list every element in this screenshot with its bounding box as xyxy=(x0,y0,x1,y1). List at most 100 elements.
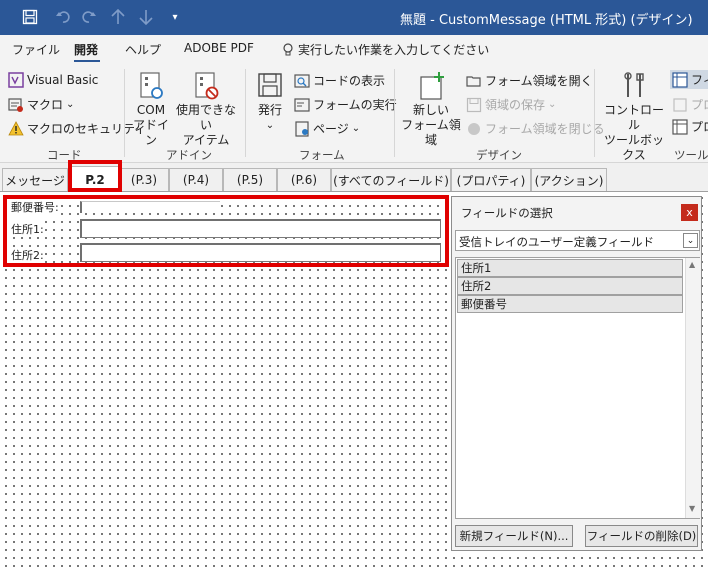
new-form-region-icon xyxy=(417,71,445,101)
field-chooser-icon xyxy=(672,71,688,88)
tab-message[interactable]: メッセージ xyxy=(2,168,68,191)
macro-icon xyxy=(8,97,24,113)
publish-icon xyxy=(256,71,284,101)
new-form-region-label-2: フォーム領域 xyxy=(401,118,461,147)
field-chooser-label: フィー xyxy=(691,73,708,87)
com-addins-label-1: COM xyxy=(136,103,166,117)
control-toolbox-button[interactable]: コントロール ツールボックス xyxy=(600,71,668,163)
open-form-region-button[interactable]: フォーム領域を開く xyxy=(466,72,593,89)
disabled-items-label-1: 使用できない xyxy=(175,103,236,132)
tab-p5[interactable]: (P.5) xyxy=(223,168,277,191)
tab-p6[interactable]: (P.6) xyxy=(277,168,331,191)
macro-caret-icon: ⌄ xyxy=(66,99,75,110)
tab-actions[interactable]: (アクション) xyxy=(531,168,607,191)
field-set-selected: 受信トレイのユーザー定義フィールド xyxy=(459,235,655,249)
tab-all-fields[interactable]: (すべてのフィールド) xyxy=(331,168,451,191)
page-icon xyxy=(294,120,310,137)
ribbon-separator xyxy=(124,69,125,157)
disabled-items-icon xyxy=(192,71,220,101)
tab-highlight-box xyxy=(68,160,122,192)
menu-file[interactable]: ファイル xyxy=(12,41,60,58)
active-menu-indicator xyxy=(74,60,100,62)
new-field-button[interactable]: 新規フィールド(N)... xyxy=(455,525,573,547)
macro-button[interactable]: マクロ ⌄ xyxy=(8,96,74,113)
field-chooser-dialog: フィールドの選択 x 受信トレイのユーザー定義フィールド ⌄ 住所1 住所2 郵… xyxy=(451,196,702,551)
close-icon: x xyxy=(686,206,693,219)
lightbulb-icon xyxy=(283,42,293,55)
ribbon-separator xyxy=(594,69,595,157)
delete-field-button[interactable]: フィールドの削除(D) xyxy=(585,525,698,547)
title-bar: ▾ 無題 - CustomMessage (HTML 形式) (デザイン) xyxy=(0,0,708,35)
new-form-region-label-1: 新しい xyxy=(412,103,449,117)
field-set-dropdown[interactable]: 受信トレイのユーザー定義フィールド ⌄ xyxy=(455,230,700,251)
list-item[interactable]: 郵便番号 xyxy=(457,295,683,313)
tab-properties[interactable]: (プロパティ) xyxy=(451,168,531,191)
save-region-caret-icon: ⌄ xyxy=(548,99,557,110)
disabled-items-button[interactable]: 使用できない アイテム xyxy=(172,71,240,148)
publish-label: 発行 xyxy=(257,103,282,117)
down-arrow-icon[interactable] xyxy=(135,7,157,27)
menu-adobe-pdf[interactable]: ADOBE PDF xyxy=(184,41,254,55)
scroll-down-icon[interactable]: ▼ xyxy=(689,504,695,513)
macro-security-button[interactable]: マクロのセキュリティ xyxy=(8,120,146,137)
visual-basic-label: Visual Basic xyxy=(27,73,99,87)
field-chooser-button[interactable]: フィー xyxy=(670,70,708,89)
group-label-design: デザイン xyxy=(476,148,522,162)
visual-basic-icon xyxy=(8,72,24,88)
properties-icon xyxy=(672,118,688,135)
save-icon[interactable] xyxy=(19,7,41,27)
run-form-icon xyxy=(294,97,310,113)
view-code-label: コードの表示 xyxy=(313,74,386,88)
field-chooser-title: フィールドの選択 xyxy=(461,206,553,220)
menu-bar: ファイル 開発 ヘルプ ADOBE PDF 実行したい作業を入力してください xyxy=(0,35,708,63)
control-toolbox-label-1: コントロール xyxy=(603,103,664,132)
macro-label: マクロ xyxy=(27,98,64,112)
control-toolbox-label-2: ツールボックス xyxy=(603,133,664,162)
properties-disabled-icon xyxy=(672,97,688,113)
group-label-form: フォーム xyxy=(299,148,345,162)
group-label-tools: ツール xyxy=(674,148,708,162)
save-region-icon xyxy=(466,97,482,113)
tell-me-search[interactable]: 実行したい作業を入力してください xyxy=(282,41,489,58)
properties-button-disabled[interactable]: プロ xyxy=(672,96,708,113)
list-item[interactable]: 住所1 xyxy=(457,259,683,277)
run-form-label: フォームの実行 xyxy=(313,98,397,112)
macro-security-label: マクロのセキュリティ xyxy=(27,122,147,136)
undo-icon[interactable] xyxy=(52,7,74,27)
tab-p3[interactable]: (P.3) xyxy=(119,168,169,191)
open-form-region-label: フォーム領域を開く xyxy=(485,74,593,88)
scroll-up-icon[interactable]: ▲ xyxy=(689,260,695,269)
menu-help[interactable]: ヘルプ xyxy=(125,41,161,58)
view-code-button[interactable]: コードの表示 xyxy=(294,72,385,89)
properties-button[interactable]: プロ xyxy=(672,118,708,135)
window-title: 無題 - CustomMessage (HTML 形式) (デザイン) xyxy=(400,13,693,28)
close-form-region-label: フォーム領域を閉じる xyxy=(485,122,605,136)
publish-caret-icon: ⌄ xyxy=(265,120,275,131)
com-addins-icon xyxy=(137,71,165,101)
chevron-down-icon: ⌄ xyxy=(683,233,698,248)
com-addins-button[interactable]: COM アドイン xyxy=(130,71,172,148)
new-form-region-button[interactable]: 新しい フォーム領域 xyxy=(398,71,464,148)
save-region-button[interactable]: 領域の保存 ⌄ xyxy=(466,96,556,113)
publish-button[interactable]: 発行 ⌄ xyxy=(252,71,288,133)
com-addins-label-2: アドイン xyxy=(132,118,169,147)
tab-p4[interactable]: (P.4) xyxy=(169,168,223,191)
ribbon-separator xyxy=(245,69,246,157)
toolbox-icon xyxy=(620,71,648,101)
close-form-region-button[interactable]: フォーム領域を閉じる xyxy=(466,120,605,137)
customize-qat-icon[interactable]: ▾ xyxy=(164,7,186,27)
list-item[interactable]: 住所2 xyxy=(457,277,683,295)
redo-icon[interactable] xyxy=(78,7,100,27)
view-code-icon xyxy=(294,73,310,89)
customize-qat-glyph: ▾ xyxy=(172,11,178,23)
run-form-button[interactable]: フォームの実行 xyxy=(294,96,397,113)
ribbon: Visual Basic マクロ ⌄ マクロのセキュリティ コード COM アド… xyxy=(0,63,708,163)
menu-developer[interactable]: 開発 xyxy=(74,41,98,58)
up-arrow-icon[interactable] xyxy=(107,7,129,27)
visual-basic-button[interactable]: Visual Basic xyxy=(8,72,98,88)
scrollbar[interactable]: ▲ ▼ xyxy=(685,258,700,518)
close-button[interactable]: x xyxy=(681,204,698,221)
close-region-icon xyxy=(466,121,482,137)
tell-me-text: 実行したい作業を入力してください xyxy=(298,43,490,57)
page-button[interactable]: ページ ⌄ xyxy=(294,120,360,137)
